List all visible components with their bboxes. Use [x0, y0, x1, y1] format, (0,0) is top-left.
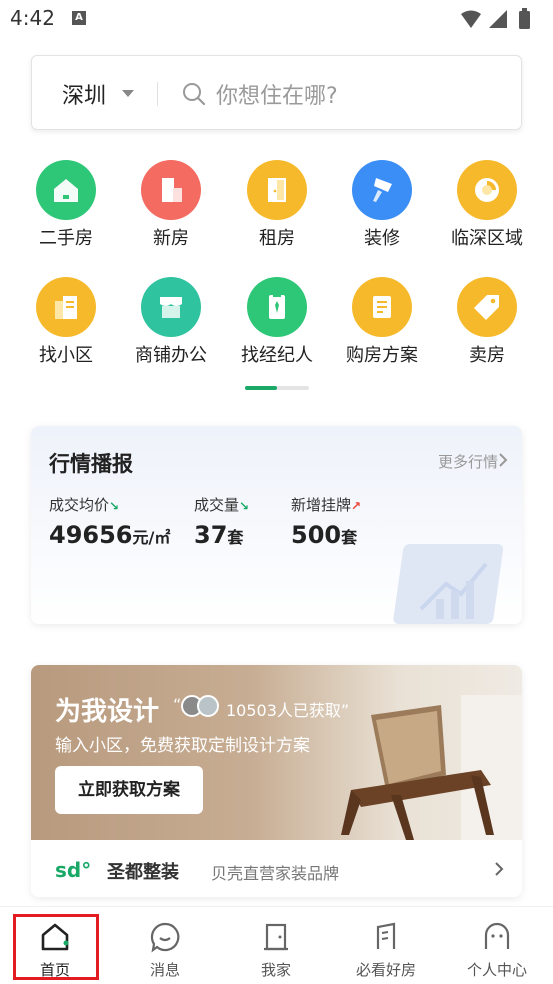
stat-value: 49656 — [49, 521, 133, 549]
grid-label: 二手房 — [39, 228, 93, 249]
nav-label: 必看好房 — [355, 961, 416, 979]
design-title: 为我设计 — [55, 697, 160, 727]
stat-volume: 成交量↘ 37套 — [194, 494, 249, 549]
nav-item-profile[interactable]: 个人中心 — [442, 907, 552, 984]
message-icon — [150, 922, 180, 953]
caret-down-icon[interactable] — [122, 90, 134, 97]
grid-item-new-house[interactable]: 新房 — [121, 160, 221, 260]
battery-icon — [519, 8, 530, 29]
search-icon — [183, 83, 206, 106]
trend-down-icon: ↘ — [239, 499, 250, 513]
chevron-right-icon[interactable] — [498, 453, 508, 467]
design-promo-card[interactable]: 为我设计 “ 10503人已获取” 输入小区，免费获取定制设计方案 立即获取方案… — [31, 665, 522, 897]
document-icon — [352, 277, 412, 337]
brand-bar[interactable]: sd° 圣都整装 贝壳直营家装品牌 — [31, 840, 522, 897]
stat-label: 新增挂牌 — [291, 496, 352, 514]
shop-icon — [141, 277, 201, 337]
more-market-link[interactable]: 更多行情 — [438, 451, 498, 472]
grid-item-rent[interactable]: 租房 — [227, 160, 327, 260]
my-home-icon — [264, 923, 288, 951]
nav-item-messages[interactable]: 消息 — [110, 907, 220, 984]
page-indicator — [245, 386, 309, 390]
notification-icon: A — [72, 11, 86, 25]
grid-label: 租房 — [259, 228, 295, 249]
design-count: 10503人已获取” — [226, 701, 350, 720]
grid-label: 临深区域 — [451, 228, 523, 249]
grid-item-find-agent[interactable]: 找经纪人 — [227, 277, 327, 377]
stat-average-price: 成交均价↘ 49656元/㎡ — [49, 494, 170, 549]
stat-value: 37 — [194, 521, 228, 549]
nav-label: 个人中心 — [466, 961, 527, 979]
grid-label: 新房 — [153, 228, 189, 249]
stat-label: 成交均价 — [49, 496, 110, 514]
stat-unit: 套 — [341, 528, 358, 547]
grid-label: 装修 — [364, 228, 400, 249]
grid-item-second-hand[interactable]: 二手房 — [16, 160, 116, 260]
system-icons — [459, 8, 539, 34]
search-bar[interactable]: 深圳 你想住在哪? — [31, 55, 522, 130]
signal-icon — [489, 10, 507, 28]
community-icon — [36, 277, 96, 337]
grid-label: 找小区 — [39, 345, 93, 366]
profile-icon — [484, 922, 510, 949]
building-icon — [376, 922, 396, 949]
market-title: 行情播报 — [49, 452, 133, 476]
brand-logo: sd° — [55, 858, 92, 882]
grid-item-find-community[interactable]: 找小区 — [16, 277, 116, 377]
door-icon — [247, 160, 307, 220]
nav-item-must-see[interactable]: 必看好房 — [331, 907, 441, 984]
market-report-card[interactable]: 行情播报 更多行情 成交均价↘ 49656元/㎡ 成交量↘ 37套 新增挂牌↗ … — [31, 426, 522, 624]
grid-item-nearby-area[interactable]: 临深区域 — [437, 160, 537, 260]
page-indicator-active — [245, 386, 277, 390]
stat-unit: 元/㎡ — [132, 528, 171, 547]
stat-label: 成交量 — [194, 496, 240, 514]
grid-label: 购房方案 — [346, 345, 418, 366]
stat-new-listings: 新增挂牌↗ 500套 — [291, 494, 361, 549]
nav-label: 我家 — [260, 961, 291, 979]
active-tab-highlight — [13, 914, 99, 980]
trend-up-icon: ↗ — [351, 499, 362, 513]
house-icon — [36, 160, 96, 220]
city-selector[interactable]: 深圳 — [62, 78, 106, 110]
chevron-right-icon[interactable] — [494, 862, 504, 876]
search-input[interactable]: 你想住在哪? — [216, 78, 338, 110]
paintbrush-icon — [352, 160, 412, 220]
status-bar: 4:42 A — [0, 0, 553, 40]
tag-icon — [457, 277, 517, 337]
trend-down-icon: ↘ — [109, 499, 120, 513]
grid-item-decoration[interactable]: 装修 — [332, 160, 432, 260]
avatar — [197, 695, 219, 717]
grid-label: 找经纪人 — [241, 345, 313, 366]
brand-name: 圣都整装 — [107, 862, 179, 883]
grid-label: 商铺办公 — [135, 345, 207, 366]
stat-value: 500 — [291, 521, 342, 549]
grid-item-shop-office[interactable]: 商铺办公 — [121, 277, 221, 377]
building-icon — [141, 160, 201, 220]
get-plan-button[interactable]: 立即获取方案 — [55, 766, 203, 814]
grid-item-sell-house[interactable]: 卖房 — [437, 277, 537, 377]
divider — [157, 82, 158, 106]
grid-label: 卖房 — [469, 345, 505, 366]
nav-label: 消息 — [149, 961, 180, 979]
nav-item-my-home[interactable]: 我家 — [221, 907, 331, 984]
design-subtitle: 输入小区，免费获取定制设计方案 — [55, 736, 310, 756]
stat-unit: 套 — [227, 528, 244, 547]
wifi-icon — [461, 10, 481, 28]
status-time: 4:42 — [10, 6, 55, 30]
grid-item-purchase-plan[interactable]: 购房方案 — [332, 277, 432, 377]
chart-decoration-icon — [393, 544, 504, 624]
agent-icon — [247, 277, 307, 337]
brand-description: 贝壳直营家装品牌 — [211, 864, 340, 883]
chair-image — [341, 695, 522, 840]
design-banner[interactable]: 为我设计 “ 10503人已获取” 输入小区，免费获取定制设计方案 立即获取方案 — [31, 665, 522, 840]
pie-chart-icon — [457, 160, 517, 220]
